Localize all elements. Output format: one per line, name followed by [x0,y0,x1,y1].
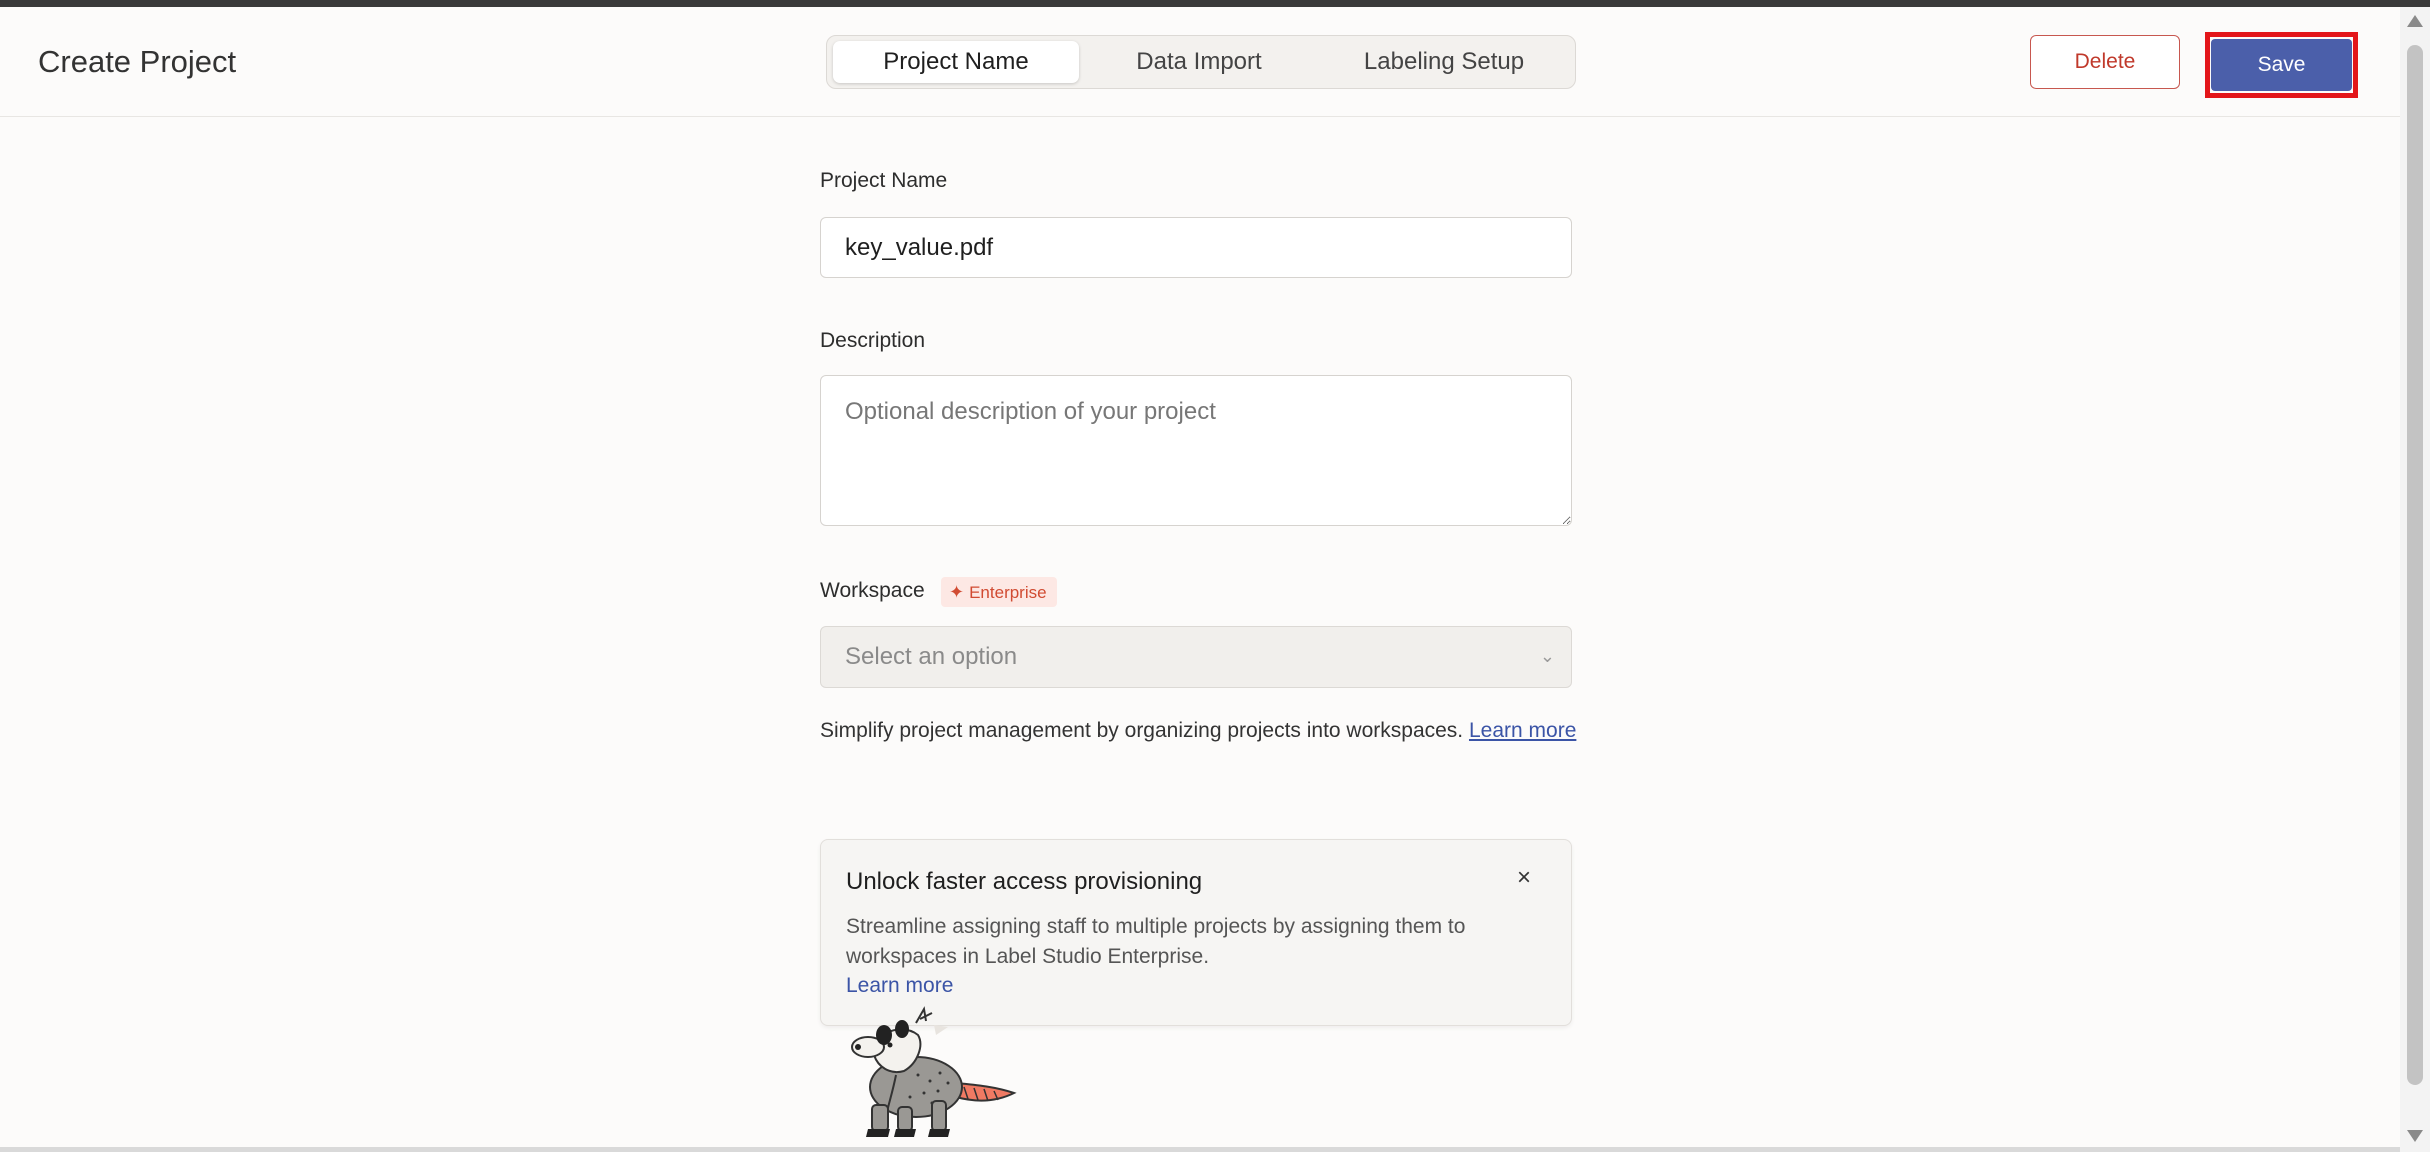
vertical-scrollbar[interactable] [2400,7,2430,1152]
workspace-learn-more-link[interactable]: Learn more [1469,719,1576,742]
tab-data-import[interactable]: Data Import [1089,41,1309,83]
description-textarea[interactable] [820,375,1572,526]
window-bottom-edge [0,1147,2400,1152]
opossum-mascot-icon [851,1006,1017,1137]
promo-body: Streamline assigning staff to multiple p… [846,915,1466,968]
description-label: Description [820,329,926,352]
delete-button[interactable]: Delete [2030,35,2180,89]
promo-learn-more-link[interactable]: Learn more [846,974,953,998]
close-icon[interactable]: × [1517,864,1531,892]
scroll-thumb[interactable] [2407,45,2423,1085]
promo-card: Unlock faster access provisioning × Stre… [820,839,1572,1026]
workspace-help: Simplify project management by organizin… [820,714,1580,747]
enterprise-badge: ✦ Enterprise [941,577,1057,607]
sparkle-icon: ✦ [949,582,965,602]
chevron-down-icon: ⌄ [1539,646,1555,666]
tab-project-name[interactable]: Project Name [833,41,1079,83]
tab-labeling-setup[interactable]: Labeling Setup [1319,41,1569,83]
save-button[interactable]: Save [2211,39,2352,91]
scroll-up-arrow-icon[interactable] [2407,15,2423,27]
workspace-select[interactable]: Select an option ⌄ [820,626,1572,688]
scroll-down-arrow-icon[interactable] [2407,1130,2423,1142]
workspace-help-text: Simplify project management by organizin… [820,719,1464,742]
workspace-select-placeholder: Select an option [845,643,1018,670]
project-name-input[interactable] [820,217,1572,278]
enterprise-badge-text: Enterprise [969,583,1047,602]
workspace-label: Workspace [820,579,925,602]
page-header: Create Project Project Name Data Import … [0,7,2400,117]
project-name-label: Project Name [820,169,948,192]
window-top-bar [0,0,2430,7]
page-title: Create Project [38,44,237,79]
promo-title: Unlock faster access provisioning [846,868,1203,895]
step-tabs: Project Name Data Import Labeling Setup [826,35,1576,89]
